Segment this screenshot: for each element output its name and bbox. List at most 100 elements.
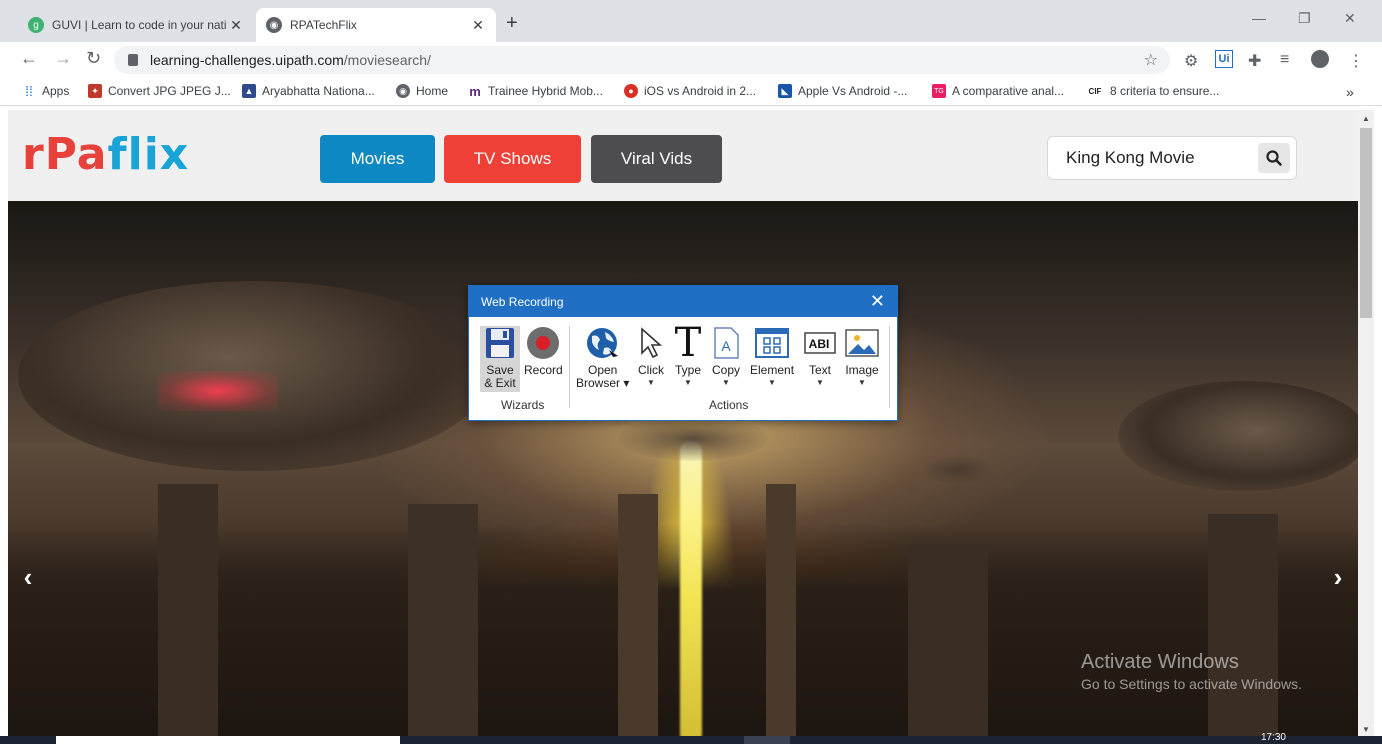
scroll-up-arrow-icon[interactable]: ▲ bbox=[1362, 114, 1370, 123]
watermark-title: Activate Windows bbox=[1081, 651, 1239, 673]
text-button[interactable]: ABI Text ▼ bbox=[803, 326, 837, 387]
bookmark-comparative[interactable]: TG A comparative anal... bbox=[932, 84, 1064, 98]
media-control-icon[interactable]: ≡ bbox=[1280, 51, 1289, 69]
dropdown-caret-icon[interactable]: ▼ bbox=[684, 379, 692, 387]
page-content: rPaflix Movies TV Shows Viral Vids King … bbox=[8, 110, 1358, 744]
save-exit-button[interactable]: Save & Exit bbox=[480, 326, 520, 392]
bookmark-apps[interactable]: ⁞⁞ Apps bbox=[22, 83, 69, 99]
copy-button[interactable]: A Copy ▼ bbox=[709, 326, 743, 387]
url-host: learning-challenges.uipath.com bbox=[150, 52, 344, 68]
bookmark-label: 8 criteria to ensure... bbox=[1110, 84, 1220, 98]
more-bookmarks-button[interactable]: » bbox=[1346, 84, 1354, 100]
image-button[interactable]: Image ▼ bbox=[845, 326, 879, 387]
open-browser-button[interactable]: Open Browser ▾ bbox=[576, 326, 629, 390]
page-scrollbar[interactable]: ▲ ▼ bbox=[1358, 110, 1374, 744]
open-browser-label-2: Browser ▾ bbox=[576, 376, 630, 390]
scroll-down-arrow-icon[interactable]: ▼ bbox=[1362, 725, 1370, 734]
close-window-button[interactable]: ✕ bbox=[1344, 10, 1356, 27]
taskbar-search-box[interactable] bbox=[56, 736, 400, 744]
tab-guvi[interactable]: g GUVI | Learn to code in your nati ✕ bbox=[18, 8, 254, 42]
close-tab-icon[interactable]: ✕ bbox=[470, 17, 486, 34]
copy-label: Copy bbox=[711, 363, 740, 377]
lock-icon[interactable] bbox=[128, 54, 138, 66]
spaceship-center bbox=[618, 416, 768, 461]
back-button[interactable]: ← bbox=[20, 48, 38, 69]
bookmark-label: Apple Vs Android -... bbox=[798, 84, 908, 98]
bookmark-star-icon[interactable]: ☆ bbox=[1144, 50, 1158, 70]
profile-avatar-icon[interactable] bbox=[1311, 50, 1329, 68]
web-recording-close-button[interactable]: ✕ bbox=[870, 292, 885, 310]
taskbar-clock: 17:30 bbox=[1260, 732, 1286, 743]
minimize-button[interactable]: — bbox=[1252, 10, 1266, 26]
movie-search-input[interactable]: King Kong Movie bbox=[1047, 136, 1297, 180]
dropdown-caret-icon[interactable]: ▼ bbox=[816, 379, 824, 387]
bookmarks-bar: ⁞⁞ Apps ✦ Convert JPG JPEG J... ▲ Aryabh… bbox=[0, 78, 1382, 106]
bookmark-apple-android[interactable]: ◣ Apple Vs Android -... bbox=[778, 84, 907, 98]
globe-browser-icon bbox=[586, 326, 620, 360]
bookmark-label: Aryabhatta Nationa... bbox=[262, 84, 375, 98]
dropdown-caret-icon[interactable]: ▼ bbox=[768, 379, 776, 387]
image-label: Image bbox=[845, 363, 879, 377]
forward-button[interactable]: → bbox=[54, 48, 72, 69]
record-icon bbox=[526, 326, 560, 360]
type-button[interactable]: T Type ▼ bbox=[671, 319, 705, 387]
tv-shows-nav-button[interactable]: TV Shows bbox=[444, 135, 581, 183]
carousel-next-button[interactable]: › bbox=[1318, 541, 1358, 613]
dropdown-caret-icon[interactable]: ▼ bbox=[722, 379, 730, 387]
bookmark-convert-jpg[interactable]: ✦ Convert JPG JPEG J... bbox=[88, 84, 231, 98]
record-button[interactable]: Record bbox=[524, 326, 563, 377]
svg-text:A: A bbox=[721, 338, 731, 354]
web-recording-title: Web Recording bbox=[481, 294, 564, 309]
save-exit-label-2: & Exit bbox=[484, 376, 516, 390]
menu-kebab-icon[interactable]: ⋮ bbox=[1348, 51, 1364, 71]
bookmark-label: iOS vs Android in 2... bbox=[644, 84, 757, 98]
extension-icon[interactable]: ⚙ bbox=[1184, 51, 1198, 71]
svg-text:ABI: ABI bbox=[809, 337, 830, 351]
search-button[interactable] bbox=[1258, 143, 1290, 173]
taskbar-app[interactable] bbox=[744, 736, 790, 744]
puzzle-extensions-icon[interactable]: ✚ bbox=[1248, 51, 1261, 71]
globe-icon: ◉ bbox=[396, 84, 410, 98]
guvi-favicon-icon: g bbox=[28, 17, 44, 33]
type-label: Type bbox=[674, 363, 701, 377]
rpaflix-logo[interactable]: rPaflix bbox=[22, 130, 189, 180]
url-path: /moviesearch/ bbox=[343, 52, 431, 68]
floppy-save-icon bbox=[483, 326, 517, 360]
tab-rpatechflix[interactable]: ◉ RPATechFlix ✕ bbox=[256, 8, 496, 42]
building bbox=[408, 504, 478, 744]
dropdown-caret-icon[interactable]: ▼ bbox=[858, 379, 866, 387]
viral-vids-nav-button[interactable]: Viral Vids bbox=[591, 135, 722, 183]
bookmark-trainee-hybrid[interactable]: m Trainee Hybrid Mob... bbox=[468, 84, 603, 99]
type-t-icon: T bbox=[674, 319, 702, 366]
element-button[interactable]: Element ▼ bbox=[750, 326, 794, 387]
element-label: Element bbox=[750, 363, 795, 377]
scroll-thumb[interactable] bbox=[1360, 128, 1372, 318]
actions-group-label: Actions bbox=[709, 398, 749, 412]
address-bar[interactable]: learning-challenges.uipath.com/moviesear… bbox=[114, 46, 1170, 74]
bookmark-8-criteria[interactable]: CIF 8 criteria to ensure... bbox=[1086, 84, 1220, 98]
building bbox=[618, 494, 658, 744]
restore-button[interactable]: ❐ bbox=[1298, 10, 1311, 27]
close-tab-icon[interactable]: ✕ bbox=[228, 17, 244, 34]
bookmark-home[interactable]: ◉ Home bbox=[396, 84, 448, 98]
bookmark-aryabhatta[interactable]: ▲ Aryabhatta Nationa... bbox=[242, 84, 375, 98]
text-label: Text bbox=[808, 363, 831, 377]
movies-nav-button[interactable]: Movies bbox=[320, 135, 435, 183]
wizards-group-label: Wizards bbox=[501, 398, 545, 412]
web-recording-titlebar[interactable]: Web Recording ✕ bbox=[469, 286, 897, 317]
building bbox=[1208, 514, 1278, 744]
bookmark-ios-android[interactable]: ● iOS vs Android in 2... bbox=[624, 84, 756, 98]
uipath-extension-icon[interactable]: Ui bbox=[1215, 50, 1233, 68]
search-icon bbox=[1266, 150, 1282, 166]
globe-favicon-icon: ◉ bbox=[266, 17, 282, 33]
carousel-prev-button[interactable]: ‹ bbox=[8, 541, 48, 613]
new-tab-button[interactable]: + bbox=[506, 12, 518, 35]
dropdown-caret-icon[interactable]: ▼ bbox=[647, 379, 655, 387]
text-abi-icon: ABI bbox=[803, 326, 837, 360]
spaceship-right bbox=[1118, 381, 1358, 491]
click-button[interactable]: Click ▼ bbox=[634, 326, 668, 387]
building bbox=[908, 544, 988, 744]
image-picture-icon bbox=[845, 326, 879, 360]
copy-document-icon: A bbox=[709, 326, 743, 360]
reload-button[interactable]: ↻ bbox=[86, 48, 101, 69]
